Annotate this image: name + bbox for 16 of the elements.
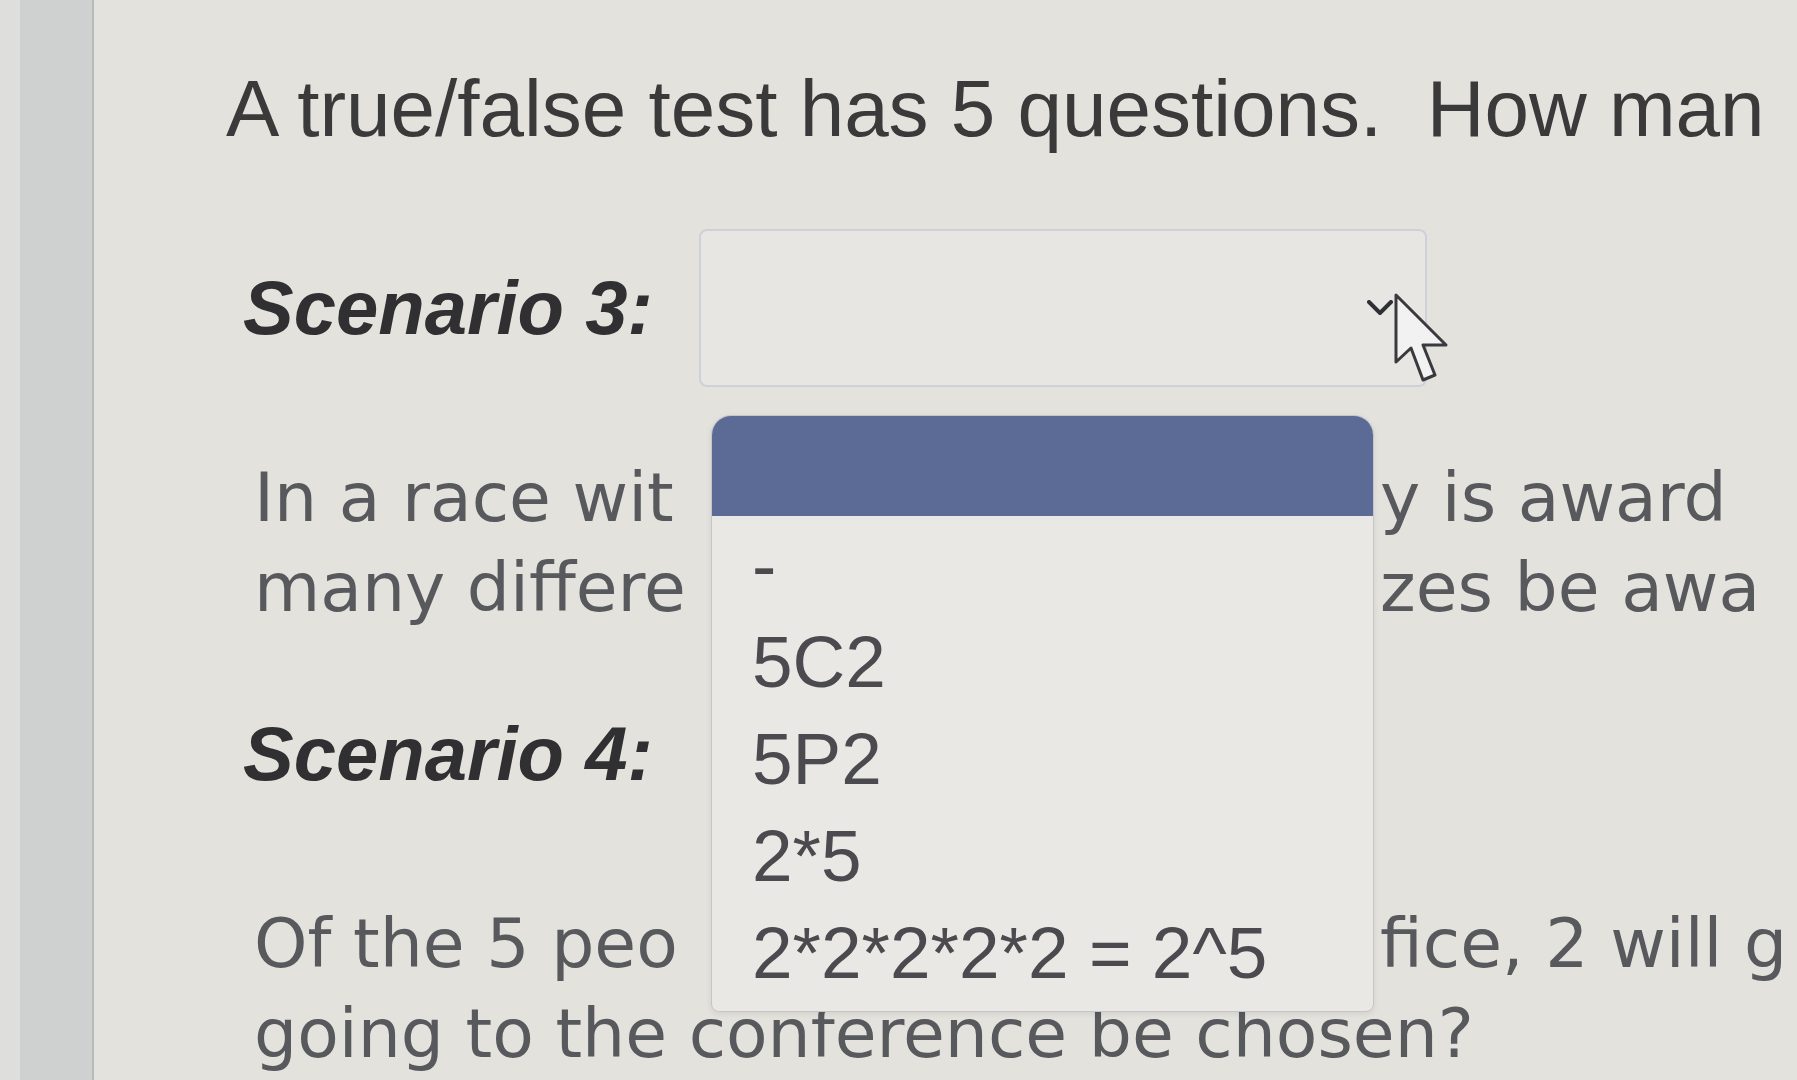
question-text: many differe xyxy=(254,547,686,629)
question-text: A true/false test has 5 questions. How man xyxy=(226,63,1765,155)
dropdown-option[interactable]: 2*5 xyxy=(712,807,1373,904)
answer-select[interactable] xyxy=(699,229,1427,387)
dropdown-option[interactable]: - xyxy=(712,516,1373,613)
scenario-label: Scenario 3: xyxy=(243,264,653,352)
caret-icon xyxy=(1367,300,1393,316)
dropdown-option[interactable]: 5C2 xyxy=(712,613,1373,710)
dropdown-option[interactable] xyxy=(712,416,1373,516)
question-text: y is award xyxy=(1380,457,1727,539)
dropdown-option[interactable]: 5P2 xyxy=(712,710,1373,807)
question-text: In a race wit xyxy=(254,457,674,539)
question-text: fice, 2 will g xyxy=(1380,903,1788,985)
question-text: Of the 5 peo xyxy=(254,903,678,985)
scenario-label: Scenario 4: xyxy=(243,710,653,798)
question-text: zes be awa xyxy=(1380,547,1761,629)
